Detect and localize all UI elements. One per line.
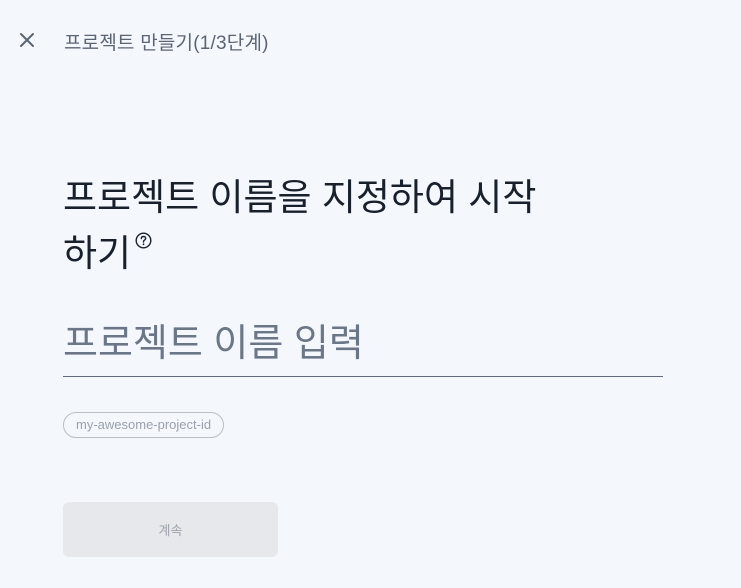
heading-text: 프로젝트 이름을 지정하여 시작하기 xyxy=(63,177,537,274)
continue-button[interactable]: 계속 xyxy=(63,502,278,557)
project-id-chip[interactable]: my-awesome-project-id xyxy=(63,412,225,438)
step-title: 프로젝트 만들기(1/3단계) xyxy=(64,33,269,54)
project-name-input[interactable] xyxy=(63,316,663,377)
page-heading: 프로젝트 이름을 지정하여 시작하기 xyxy=(63,170,543,282)
top-bar: 프로젝트 만들기(1/3단계) xyxy=(0,0,741,80)
close-button[interactable] xyxy=(16,29,38,51)
help-circle-icon[interactable] xyxy=(135,232,152,249)
close-icon xyxy=(18,31,36,49)
